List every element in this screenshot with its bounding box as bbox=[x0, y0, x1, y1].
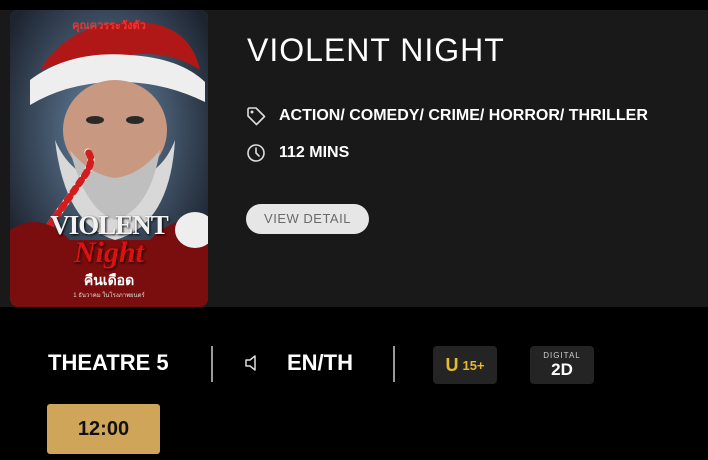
showtime-button[interactable]: 12:00 bbox=[47, 404, 160, 454]
clock-icon bbox=[246, 143, 266, 163]
view-detail-button[interactable]: VIEW DETAIL bbox=[246, 204, 369, 234]
genre-list: ACTION/ COMEDY/ CRIME/ HORROR/ THRILLER bbox=[279, 107, 648, 124]
poster-release-text: 1 ธันวาคม ในโรงภาพยนตร์ bbox=[73, 293, 145, 299]
rating-badge: U 15+ bbox=[433, 346, 497, 384]
rating-age: 15+ bbox=[462, 357, 485, 373]
language-label: EN/TH bbox=[287, 350, 353, 375]
format-badge: DIGITAL 2D bbox=[530, 346, 594, 384]
movie-title: VIOLENT NIGHT bbox=[247, 32, 505, 68]
poster-thai-title: คืนเดือด bbox=[83, 272, 135, 288]
format-bottom-label: 2D bbox=[551, 360, 573, 379]
divider bbox=[393, 346, 395, 382]
tag-icon bbox=[246, 106, 266, 126]
movie-card: คุณควรระวังตัว VIOLENT Night คืนเดือด 1 … bbox=[0, 10, 708, 307]
poster-title-line2: Night bbox=[73, 236, 145, 269]
theatre-label: THEATRE 5 bbox=[48, 350, 169, 375]
divider bbox=[211, 346, 213, 382]
duration-text: 112 MINS bbox=[279, 144, 350, 161]
genre-row: ACTION/ COMEDY/ CRIME/ HORROR/ THRILLER bbox=[246, 106, 648, 126]
showtime-bar: THEATRE 5 EN/TH U 15+ DIGITAL 2D 12:00 bbox=[0, 330, 708, 460]
movie-poster[interactable]: คุณควรระวังตัว VIOLENT Night คืนเดือด 1 … bbox=[10, 10, 208, 307]
duration-row: 112 MINS bbox=[246, 143, 349, 163]
poster-tagline: คุณควรระวังตัว bbox=[72, 20, 146, 32]
speaker-icon bbox=[245, 355, 256, 371]
rating-prefix: U bbox=[445, 354, 459, 375]
format-top-label: DIGITAL bbox=[543, 351, 581, 360]
